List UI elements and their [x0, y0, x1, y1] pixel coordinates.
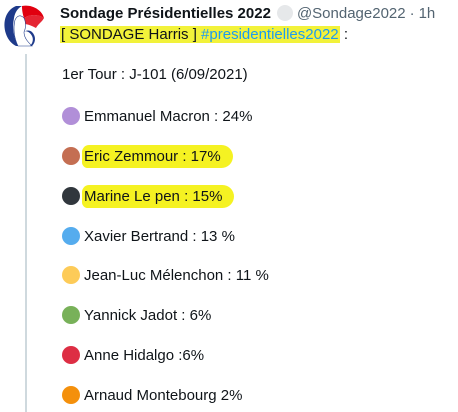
circle-icon — [62, 346, 80, 364]
badge-icon — [276, 5, 293, 21]
candidate-row: Eric Zemmour : 17% — [62, 144, 233, 168]
circle-icon — [62, 306, 80, 324]
tweet-time[interactable]: 1h — [419, 5, 436, 22]
candidate-row: Arnaud Montebourg 2% — [62, 385, 242, 405]
close-bracket: ] — [192, 26, 197, 43]
candidate-label: Anne Hidalgo :6% — [84, 346, 205, 364]
tweet-header: Sondage Présidentielles 2022 @Sondage202… — [60, 2, 454, 24]
tweet-text: [ SONDAGE Harris ] #presidentielles2022 … — [60, 25, 454, 45]
separator-dot: · — [409, 4, 415, 22]
circle-icon — [62, 147, 80, 165]
candidate-label: Emmanuel Macron : 24% — [84, 107, 253, 125]
tweet-first-line: [ SONDAGE Harris ] #presidentielles2022 … — [60, 25, 454, 45]
candidate-row: Anne Hidalgo :6% — [62, 345, 204, 365]
candidate-label: Eric Zemmour : 17% — [82, 144, 233, 168]
candidate-row: Marine Le pen : 15% — [62, 184, 235, 208]
candidate-label: Arnaud Montebourg 2% — [84, 386, 243, 404]
sondage-tag: [ SONDAGE Harris ] #presidentielles2022 — [60, 26, 340, 43]
candidate-row: Yannick Jadot : 6% — [62, 305, 211, 325]
candidate-label: Xavier Bertrand : 13 % — [84, 227, 235, 245]
marianne-logo-icon — [2, 2, 50, 50]
round-label: 1er Tour : J-101 (6/09/2021) — [62, 66, 248, 83]
user-handle[interactable]: @Sondage2022 — [297, 5, 406, 22]
open-bracket: [ — [61, 26, 66, 43]
circle-icon — [62, 266, 80, 284]
candidate-label: Marine Le pen : 15% — [82, 184, 235, 208]
hashtag-link[interactable]: #presidentielles2022 — [201, 26, 339, 43]
circle-icon — [62, 227, 80, 245]
candidate-row: Emmanuel Macron : 24% — [62, 106, 252, 126]
thread-line — [25, 54, 27, 412]
circle-icon — [62, 386, 80, 404]
candidate-label: Yannick Jadot : 6% — [84, 306, 212, 324]
circle-icon — [62, 187, 80, 205]
candidate-label: Jean-Luc Mélenchon : 11 % — [84, 266, 269, 284]
candidate-row: Jean-Luc Mélenchon : 11 % — [62, 265, 269, 285]
avatar[interactable] — [2, 2, 50, 50]
candidate-row: Xavier Bertrand : 13 % — [62, 226, 235, 246]
circle-icon — [62, 107, 80, 125]
trailing-colon: : — [343, 26, 348, 43]
display-name[interactable]: Sondage Présidentielles 2022 — [60, 5, 271, 22]
sondage-label: SONDAGE Harris — [69, 26, 189, 43]
